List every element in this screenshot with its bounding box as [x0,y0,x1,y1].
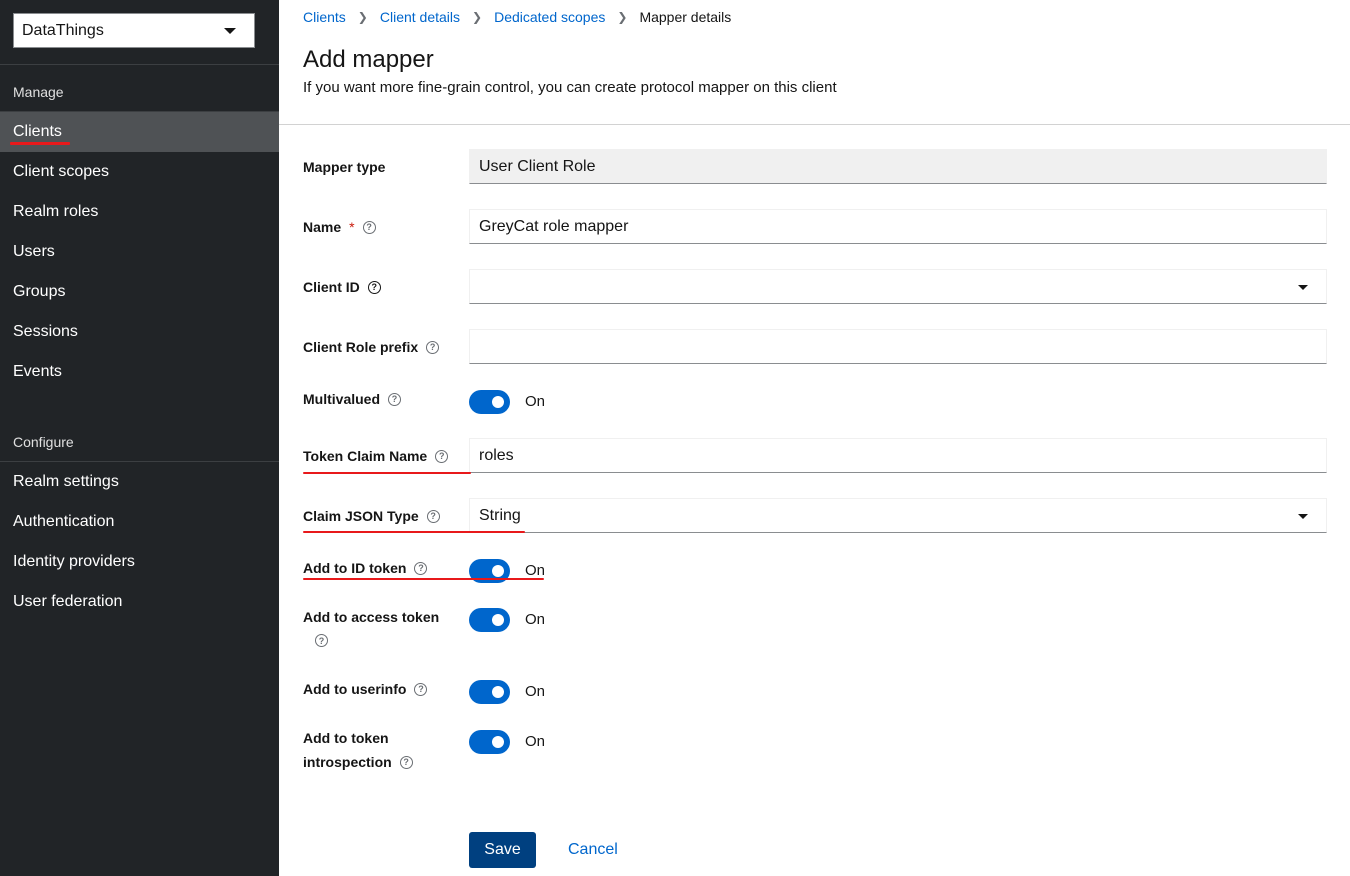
add-introspection-label: Add to token [303,730,389,746]
help-icon[interactable]: ? [388,392,402,406]
client-role-prefix-input[interactable] [469,329,1327,364]
help-icon[interactable]: ? [426,340,440,354]
annotation-underline [303,472,471,474]
add-userinfo-toggle[interactable] [469,680,510,704]
chevron-right-icon: ❯ [472,10,483,24]
help-icon[interactable]: ? [315,634,328,647]
annotation-underline [10,142,70,145]
add-introspection-toggle[interactable] [469,730,510,754]
sidebar: DataThings Manage Clients Client scopes … [0,0,279,876]
multivalued-toggle[interactable] [469,390,510,414]
multivalued-label: Multivalued ? [303,391,402,407]
add-access-token-toggle[interactable] [469,608,510,632]
nav-section-manage: Manage [13,84,64,100]
sidebar-item-user-federation[interactable]: User federation [0,582,279,622]
client-role-prefix-label: Client Role prefix ? [303,339,440,355]
help-icon[interactable]: ? [435,449,449,463]
add-access-token-label-text: Add to access token [303,609,440,625]
help-icon[interactable]: ? [367,280,381,294]
sidebar-item-events[interactable]: Events [0,352,279,392]
page-title: Add mapper [303,46,434,73]
add-userinfo-state: On [525,683,546,700]
mapper-type-label-text: Mapper type [303,159,386,175]
chevron-right-icon: ❯ [357,10,368,24]
claim-json-type-select[interactable]: String [469,498,1327,533]
help-icon[interactable]: ? [399,755,413,769]
multivalued-label-text: Multivalued [303,391,381,407]
sidebar-item-realm-roles[interactable]: Realm roles [0,192,279,232]
mapper-type-value: User Client Role [479,157,596,175]
page-description: If you want more fine-grain control, you… [303,79,837,96]
add-id-token-label-text: Add to ID token [303,560,407,576]
annotation-underline [303,578,544,580]
breadcrumb-dedicated-scopes[interactable]: Dedicated scopes [494,9,605,25]
breadcrumb: Clients ❯ Client details ❯ Dedicated sco… [303,9,731,25]
client-id-select[interactable] [469,269,1327,304]
add-introspection-state: On [525,733,546,750]
add-userinfo-label: Add to userinfo ? [303,681,428,697]
sidebar-item-identity-providers[interactable]: Identity providers [0,542,279,582]
caret-down-icon [224,28,236,34]
breadcrumb-current: Mapper details [639,9,732,25]
token-claim-name-label-text: Token Claim Name [303,448,428,464]
add-access-token-label: Add to access token [303,609,439,625]
realm-select[interactable]: DataThings [13,13,255,48]
breadcrumb-clients[interactable]: Clients [303,9,346,25]
claim-json-type-label: Claim JSON Type ? [303,508,440,524]
token-claim-name-input[interactable]: roles [469,438,1327,473]
sidebar-item-users[interactable]: Users [0,232,279,272]
client-id-label: Client ID ? [303,279,381,295]
token-claim-name-value: roles [479,446,514,464]
breadcrumb-client-details[interactable]: Client details [380,9,460,25]
required-asterisk: * [349,219,355,235]
name-input[interactable]: GreyCat role mapper [469,209,1327,244]
nav-section-configure: Configure [13,434,74,450]
name-label-text: Name [303,219,342,235]
client-id-label-text: Client ID [303,279,360,295]
add-id-token-state: On [525,562,546,579]
caret-down-icon [1298,514,1308,519]
client-role-prefix-label-text: Client Role prefix [303,339,419,355]
name-input-value: GreyCat role mapper [479,217,629,235]
add-userinfo-label-text: Add to userinfo [303,681,407,697]
claim-json-type-label-text: Claim JSON Type [303,508,419,524]
cancel-button[interactable]: Cancel [568,841,618,859]
sidebar-item-authentication[interactable]: Authentication [0,502,279,542]
nav-divider [0,64,279,65]
sidebar-item-client-scopes[interactable]: Client scopes [0,152,279,192]
name-label: Name * ? [303,219,376,235]
help-icon[interactable]: ? [414,682,428,696]
save-button[interactable]: Save [469,832,536,868]
realm-select-value: DataThings [22,21,104,39]
caret-down-icon [1298,285,1308,290]
header-divider [279,124,1350,125]
add-access-token-state: On [525,611,546,628]
token-claim-name-label: Token Claim Name ? [303,448,449,464]
mapper-type-field: User Client Role [469,149,1327,184]
help-icon[interactable]: ? [414,561,428,575]
add-id-token-label: Add to ID token ? [303,560,428,576]
main-content: Clients ❯ Client details ❯ Dedicated sco… [279,0,1350,876]
mapper-type-label: Mapper type [303,159,385,175]
multivalued-state: On [525,393,546,410]
chevron-right-icon: ❯ [617,10,628,24]
annotation-underline [303,531,525,533]
sidebar-item-realm-settings[interactable]: Realm settings [0,462,279,502]
add-introspection-label-line2: introspection [303,754,392,770]
add-introspection-label-line1: Add to token [303,730,389,746]
claim-json-type-value: String [479,506,521,524]
sidebar-item-clients[interactable]: Clients [0,112,279,152]
sidebar-item-sessions[interactable]: Sessions [0,312,279,352]
help-icon[interactable]: ? [426,509,440,523]
sidebar-item-groups[interactable]: Groups [0,272,279,312]
add-introspection-label-2: introspection ? [303,754,413,770]
help-icon[interactable]: ? [362,220,376,234]
